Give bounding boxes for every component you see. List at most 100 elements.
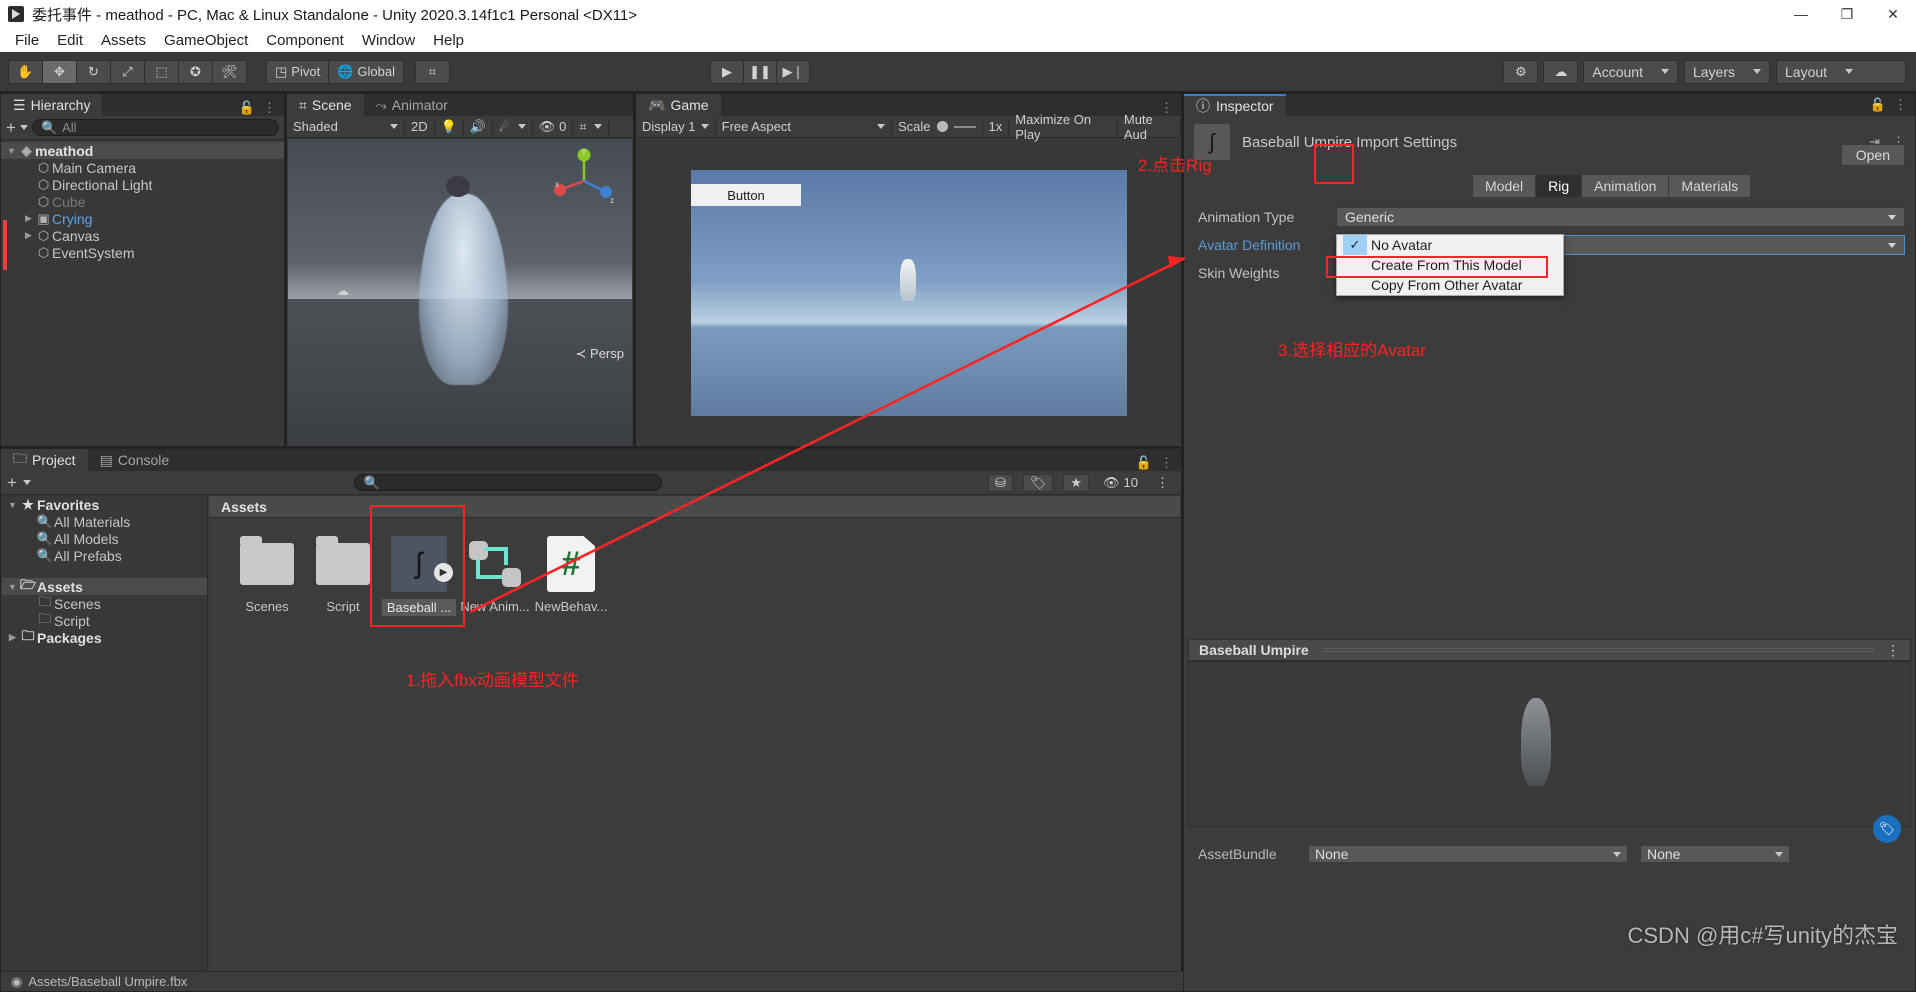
maximize-on-play-toggle[interactable]: Maximize On Play [1009,112,1118,142]
toggle-2d-button[interactable]: 2D [405,117,435,136]
menu-item-component[interactable]: Component [257,30,353,51]
menu-item-window[interactable]: Window [353,30,424,51]
hierarchy-item-crying[interactable]: ▶ ▣ Crying [1,210,284,227]
scale-tool-icon[interactable]: ⤢ [110,59,145,84]
tab-scene[interactable]: ⌗ Scene [287,94,364,116]
perspective-label[interactable]: ≺ Persp [576,346,624,362]
asset-item[interactable]: New Anim... [457,536,533,616]
favorite-star-icon[interactable]: ★ [1063,473,1090,492]
project-tree-item-favorites[interactable]: ▼ ★ Favorites [2,496,207,513]
kebab-menu-icon[interactable]: ⋮ [1886,642,1900,659]
kebab-menu-icon[interactable]: ⋮ [1150,474,1175,492]
animation-type-dropdown[interactable]: Generic [1336,207,1905,227]
tab-inspector[interactable]: ⓘ Inspector [1184,94,1286,116]
chevron-down-icon[interactable] [22,480,31,485]
play-button[interactable]: ▶ [710,59,744,84]
preview-viewport[interactable] [1188,661,1911,827]
kebab-menu-icon[interactable]: ⋮ [263,100,276,116]
speaker-icon[interactable]: 🔊 [464,117,493,136]
hierarchy-item-canvas[interactable]: ▶ ⬡ Canvas [1,227,284,244]
tab-animator[interactable]: ⤳ Animator [363,94,460,116]
project-tree-item-all-materials[interactable]: 🔍 All Materials [2,513,207,530]
twirl-icon[interactable]: ▶ [22,230,35,241]
custom-tool-icon[interactable]: 🛠 [212,59,247,84]
hidden-assets-count[interactable]: 👁 10 [1097,474,1144,492]
menu-item-assets[interactable]: Assets [92,30,155,51]
inspector-tab-model[interactable]: Model [1472,174,1537,198]
hierarchy-item-directional-light[interactable]: ⬡ Directional Light [1,176,284,193]
scene-viewport[interactable]: ≺ Persp y x z ☁ [288,139,632,446]
global-toggle[interactable]: 🌐 Global [328,59,404,84]
step-button[interactable]: ▶❘ [776,59,810,84]
project-tree-item-all-models[interactable]: 🔍 All Models [2,530,207,547]
inspector-tab-materials[interactable]: Materials [1668,174,1752,198]
layout-dropdown[interactable]: Layout [1776,59,1906,84]
hidden-objects-count[interactable]: 👁 0 [533,117,574,136]
hand-tool-icon[interactable]: ✋ [8,59,43,84]
asset-item[interactable]: Scenes [229,536,305,616]
twirl-icon[interactable]: ▶ [6,632,19,643]
scene-character-model[interactable] [418,194,509,385]
dropdown-option-no-avatar[interactable]: ✓ No Avatar [1337,235,1563,255]
tab-hierarchy[interactable]: ☰ Hierarchy [1,94,103,116]
tab-project[interactable]: 🗀 Project [1,449,88,471]
shading-mode-dropdown[interactable]: Shaded [287,117,405,136]
preview-header[interactable]: Baseball Umpire ⋮ [1188,639,1911,661]
inspector-tab-animation[interactable]: Animation [1581,174,1670,198]
open-asset-button[interactable]: Open [1840,144,1905,166]
hierarchy-item-eventsystem[interactable]: ⬡ EventSystem [1,244,284,261]
inspector-tab-rig[interactable]: Rig [1535,174,1583,198]
lock-icon[interactable]: 🔓 [239,100,255,116]
pivot-toggle[interactable]: ◳ Pivot [266,59,330,84]
asset-item[interactable]: # NewBehav... [533,536,609,616]
filter-by-type-icon[interactable]: ⛁ [987,473,1013,492]
menu-item-gameobject[interactable]: GameObject [155,30,257,51]
tab-game[interactable]: 🎮 Game [636,94,721,116]
lightbulb-icon[interactable]: 💡 [435,117,464,136]
twirl-icon[interactable]: ▼ [6,582,19,592]
project-search-input[interactable]: 🔍 [354,474,663,491]
mute-audio-toggle[interactable]: Mute Aud [1118,112,1181,142]
twirl-icon[interactable]: ▼ [6,500,19,510]
hierarchy-item-main-camera[interactable]: ⬡ Main Camera [1,159,284,176]
scale-slider-handle[interactable] [936,121,948,132]
project-tree-item-all-prefabs[interactable]: 🔍 All Prefabs [2,547,207,564]
transform-tool-icon[interactable]: ✪ [178,59,213,84]
menu-item-edit[interactable]: Edit [48,30,92,51]
account-dropdown[interactable]: Account [1583,59,1678,84]
menu-item-help[interactable]: Help [424,30,473,51]
move-tool-icon[interactable]: ✥ [42,59,77,84]
maximize-button[interactable]: ❐ [1824,0,1870,28]
chevron-down-icon[interactable] [19,125,28,130]
label-tag-icon[interactable]: 🏷 [1873,815,1901,843]
add-gameobject-button[interactable]: + [6,118,16,138]
hierarchy-item-meathod[interactable]: ▼ ◈ meathod [1,142,284,159]
project-tree-item-assets[interactable]: ▼ 🗁 Assets [2,577,207,595]
filter-by-label-icon[interactable]: 🏷 [1022,473,1054,492]
tab-console[interactable]: ▤ Console [87,449,182,471]
kebab-menu-icon[interactable]: ⋮ [1894,97,1907,113]
rect-tool-icon[interactable]: ⬚ [144,59,179,84]
menu-item-file[interactable]: File [6,30,48,51]
game-ui-button[interactable]: Button [691,184,801,206]
twirl-icon[interactable]: ▼ [5,146,18,156]
project-tree-item-packages[interactable]: ▶ 🗀 Packages [2,628,207,646]
game-viewport[interactable]: Button [691,170,1127,416]
dropdown-option-copy-from-other-avatar[interactable]: Copy From Other Avatar [1337,275,1563,295]
display-dropdown[interactable]: Display 1 [636,117,716,136]
lock-icon[interactable]: 🔓 [1136,455,1152,471]
create-asset-button[interactable]: + [7,473,17,493]
scene-view-gizmo[interactable]: y x z [550,147,618,215]
minimize-button[interactable]: — [1778,0,1824,28]
hierarchy-item-cube[interactable]: ⬡ Cube [1,193,284,210]
close-button[interactable]: ✕ [1870,0,1916,28]
assetbundle-dropdown[interactable]: None [1308,845,1628,863]
pause-button[interactable]: ❚❚ [743,59,777,84]
grid-snap-icon[interactable]: ⌗ [414,59,450,84]
rotate-tool-icon[interactable]: ↻ [76,59,111,84]
project-tree-item-scenes[interactable]: 🗀 Scenes [2,594,207,612]
aspect-dropdown[interactable]: Free Aspect [716,117,892,136]
scene-grid-visibility[interactable]: ⌗ [573,117,609,136]
layers-dropdown[interactable]: Layers [1683,59,1770,84]
collab-icon[interactable]: ⚙ [1503,59,1539,84]
